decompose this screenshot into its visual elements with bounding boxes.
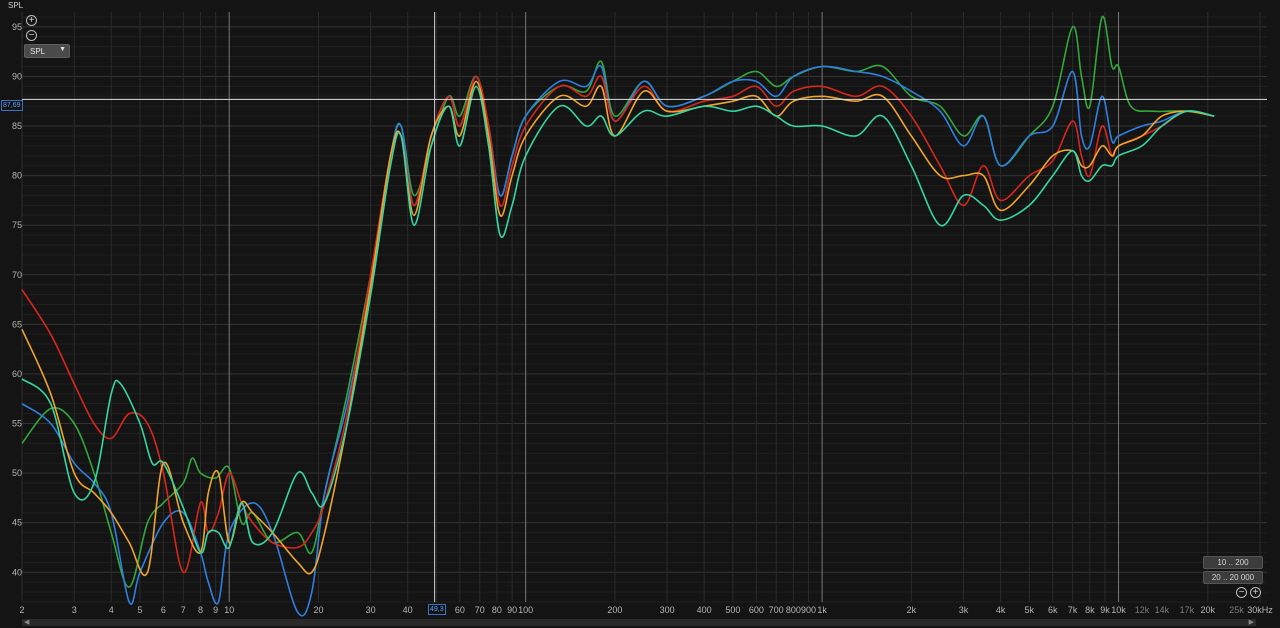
x-tick-label: 6: [161, 605, 166, 615]
x-tick-label: 200: [607, 605, 622, 615]
plot-area: [22, 12, 1267, 602]
y-tick-label: 90: [12, 71, 22, 81]
x-tick-label: 700: [769, 605, 784, 615]
x-tick-label: 80: [492, 605, 502, 615]
y-tick-label: 40: [12, 567, 22, 577]
x-tick-label: 60: [455, 605, 465, 615]
cursor-x-readout: 49,3: [428, 604, 446, 615]
x-tick-label: 5: [137, 605, 142, 615]
x-tick-label: 20k: [1201, 605, 1216, 615]
x-tick-label: 4k: [996, 605, 1006, 615]
scroll-left-icon[interactable]: ◀: [24, 618, 29, 626]
spl-dropdown[interactable]: SPL ▼: [24, 44, 70, 58]
x-tick-label: 4: [109, 605, 114, 615]
spl-frequency-response-chart[interactable]: 959085807570656055504540 2 3 4 5 6 7 8 9 10 20 30 4…: [0, 0, 1280, 628]
y-tick-label: 55: [12, 419, 22, 429]
x-tick-label: 90: [507, 605, 517, 615]
x-tick-label: 10k: [1111, 605, 1126, 615]
cursor-y-readout: 87,69: [1, 100, 23, 111]
x-tick-label: 400: [697, 605, 712, 615]
x-tick-label: 800: [786, 605, 801, 615]
x-tick-label: 70: [475, 605, 485, 615]
x-tick-label: 9k: [1100, 605, 1110, 615]
y-tick-label: 50: [12, 468, 22, 478]
y-tick-label: 65: [12, 319, 22, 329]
x-axis-labels: 2 3 4 5 6 7 8 9 10 20 30 40 60 70 80 90 100 200 300 400 500 6…: [19, 605, 1273, 615]
x-tick-label: 900: [801, 605, 816, 615]
x-tick-label: 6k: [1048, 605, 1058, 615]
x-tick-label: 5k: [1025, 605, 1035, 615]
x-tick-label: 7k: [1068, 605, 1078, 615]
chevron-down-icon: ▼: [59, 46, 66, 53]
x-tick-label: 8k: [1085, 605, 1095, 615]
range-10-200-button[interactable]: 10 .. 200: [1203, 556, 1263, 569]
x-tick-label: 7: [181, 605, 186, 615]
x-tick-label: 25k: [1229, 605, 1244, 615]
y-tick-label: 85: [12, 121, 22, 131]
x-tick-label: 2: [19, 605, 24, 615]
y-tick-label: 60: [12, 369, 22, 379]
zoom-in-icon[interactable]: +: [26, 15, 37, 26]
x-tick-label: 17k: [1180, 605, 1195, 615]
x-tick-label: 3: [72, 605, 77, 615]
zoom-in-x-icon[interactable]: +: [1250, 587, 1261, 598]
range-20-20000-button[interactable]: 20 .. 20 000: [1203, 571, 1263, 584]
y-tick-label: 45: [12, 518, 22, 528]
x-tick-label: 3k: [959, 605, 969, 615]
x-tick-label: 2k: [907, 605, 917, 615]
spl-dropdown-value: SPL: [30, 47, 46, 56]
x-tick-label: 12k: [1135, 605, 1150, 615]
horizontal-scrollbar[interactable]: ◀ ▶: [22, 619, 1256, 626]
x-tick-label: 9: [213, 605, 218, 615]
x-tick-label: 500: [725, 605, 740, 615]
x-tick-label: 14k: [1155, 605, 1170, 615]
x-tick-label: 40: [403, 605, 413, 615]
y-tick-label: 80: [12, 171, 22, 181]
x-tick-label: 300: [660, 605, 675, 615]
x-tick-label: 30kHz: [1247, 605, 1273, 615]
x-tick-label: 10: [224, 605, 234, 615]
x-tick-label: 100: [518, 605, 533, 615]
y-tick-label: 75: [12, 220, 22, 230]
zoom-out-x-icon[interactable]: −: [1236, 587, 1247, 598]
y-tick-label: 70: [12, 270, 22, 280]
x-tick-label: 1k: [817, 605, 827, 615]
zoom-out-icon[interactable]: −: [26, 30, 37, 41]
scroll-right-icon[interactable]: ▶: [1249, 618, 1254, 626]
x-tick-label: 20: [313, 605, 323, 615]
x-tick-label: 8: [198, 605, 203, 615]
y-tick-label: 95: [12, 22, 22, 32]
chart-title: SPL: [8, 1, 24, 10]
x-tick-label: 600: [749, 605, 764, 615]
x-tick-label: 30: [366, 605, 376, 615]
